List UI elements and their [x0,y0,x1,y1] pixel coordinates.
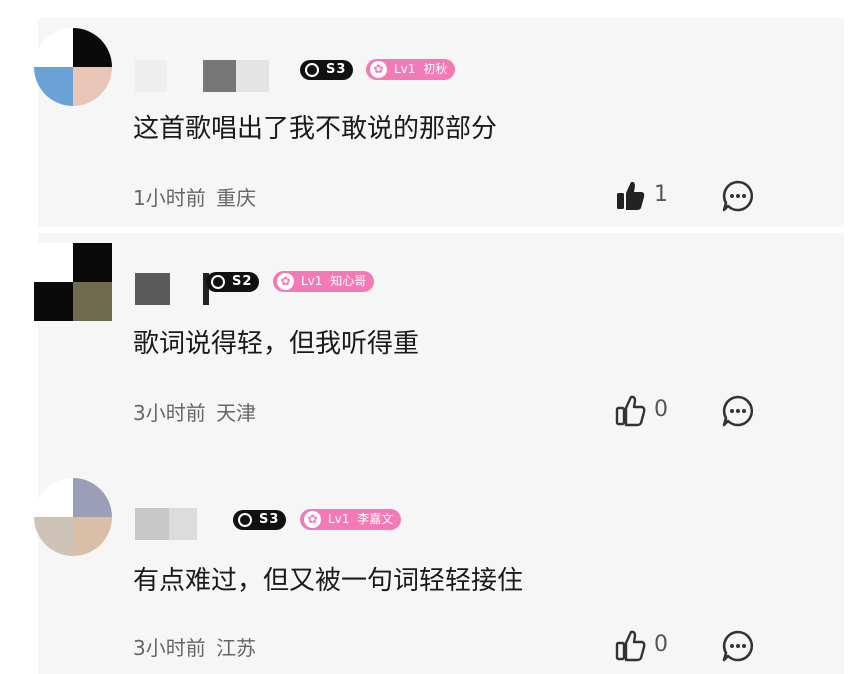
avatar[interactable] [34,243,112,321]
ip-badge-icon [211,275,225,289]
comment-time: 1小时前 [133,186,206,210]
comment-location: 江苏 [216,636,257,660]
level-badge[interactable]: ✿ Lv1 李嘉文 [300,509,402,530]
avatar-mosaic-cell [34,282,73,321]
comment-text: 歌词说得轻，但我听得重 [133,329,420,359]
comment-bubble-icon [722,180,754,212]
avatar-mosaic-cell [73,517,112,556]
fan-title: 李嘉文 [357,512,394,526]
comment-location: 重庆 [216,186,257,210]
level-badge[interactable]: ✿ Lv1 知心哥 [273,271,375,292]
reply-button[interactable] [720,393,756,429]
fan-title: 知心哥 [330,274,367,288]
reply-button[interactable] [720,628,756,664]
avatar[interactable] [34,478,112,556]
avatar-mosaic-cell [73,243,112,282]
avatar-mosaic-cell [73,478,112,517]
thumbs-up-icon [617,181,645,210]
thumbs-up-icon [615,630,646,662]
avatar-mosaic-cell [73,28,112,67]
username-blurred[interactable] [135,60,300,92]
comment-time: 3小时前 [133,401,206,425]
comment-meta: 3小时前 江苏 [133,632,256,661]
username-blurred[interactable] [135,508,235,540]
like-count: 1 [654,182,668,207]
level-label: Lv1 [328,512,350,526]
level-badge[interactable]: ✿ Lv1 初秋 [366,59,456,80]
avatar-mosaic-cell [34,478,73,517]
level-label: Lv1 [301,274,323,288]
comment-location: 天津 [216,401,257,425]
comment-meta: 3小时前 天津 [133,397,256,426]
comment-text: 这首歌唱出了我不敢说的那部分 [133,114,498,144]
comment-bubble-icon [722,630,754,662]
thumbs-up-icon [615,395,646,427]
star-icon: ✿ [304,511,321,528]
like-count: 0 [654,397,668,422]
reply-button[interactable] [720,178,756,214]
ip-badge: S2 [206,272,260,292]
avatar-mosaic-cell [34,28,73,67]
ip-badge: S3 [233,510,287,530]
star-icon: ✿ [370,61,387,78]
avatar[interactable] [34,28,112,106]
star-icon: ✿ [277,273,294,290]
ip-badge: S3 [300,60,354,80]
comment-meta: 1小时前 重庆 [133,182,256,211]
ip-badge-icon [238,513,252,527]
avatar-mosaic-cell [73,67,112,106]
avatar-mosaic-cell [34,243,73,282]
avatar-mosaic-cell [34,67,73,106]
fan-title: 初秋 [423,62,448,76]
comment-time: 3小时前 [133,636,206,660]
avatar-mosaic-cell [34,517,73,556]
avatar-mosaic-cell [73,282,112,321]
comment-text: 有点难过，但又被一句词轻轻接住 [133,566,524,596]
level-label: Lv1 [394,62,416,76]
ip-badge-icon [305,63,319,77]
comment-bubble-icon [722,395,754,427]
like-count: 0 [654,632,668,657]
